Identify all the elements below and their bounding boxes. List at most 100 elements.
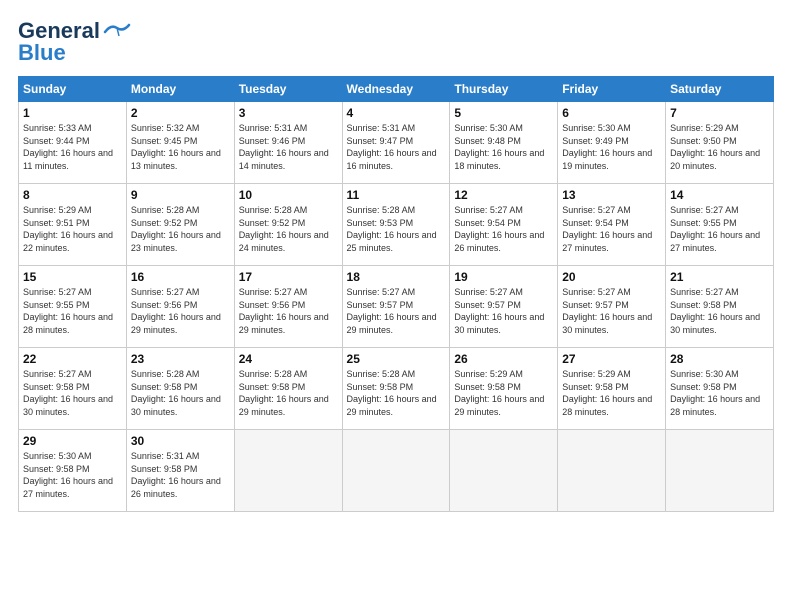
day-cell (234, 430, 342, 512)
day-info: Sunrise: 5:27 AMSunset: 9:55 PMDaylight:… (670, 204, 769, 254)
day-cell: 21 Sunrise: 5:27 AMSunset: 9:58 PMDayligh… (666, 266, 774, 348)
day-cell: 30 Sunrise: 5:31 AMSunset: 9:58 PMDayligh… (126, 430, 234, 512)
day-cell: 8 Sunrise: 5:29 AMSunset: 9:51 PMDaylight… (19, 184, 127, 266)
day-number: 30 (131, 434, 230, 448)
week-row-5: 29 Sunrise: 5:30 AMSunset: 9:58 PMDayligh… (19, 430, 774, 512)
day-info: Sunrise: 5:31 AMSunset: 9:46 PMDaylight:… (239, 122, 338, 172)
day-cell: 3 Sunrise: 5:31 AMSunset: 9:46 PMDaylight… (234, 102, 342, 184)
day-number: 15 (23, 270, 122, 284)
logo-blue: Blue (18, 40, 66, 66)
day-number: 10 (239, 188, 338, 202)
header: General Blue (18, 18, 774, 66)
day-cell: 18 Sunrise: 5:27 AMSunset: 9:57 PMDayligh… (342, 266, 450, 348)
day-cell: 23 Sunrise: 5:28 AMSunset: 9:58 PMDayligh… (126, 348, 234, 430)
day-cell: 4 Sunrise: 5:31 AMSunset: 9:47 PMDaylight… (342, 102, 450, 184)
day-cell (558, 430, 666, 512)
day-info: Sunrise: 5:27 AMSunset: 9:56 PMDaylight:… (131, 286, 230, 336)
day-number: 8 (23, 188, 122, 202)
day-number: 20 (562, 270, 661, 284)
day-number: 12 (454, 188, 553, 202)
day-number: 13 (562, 188, 661, 202)
week-row-2: 8 Sunrise: 5:29 AMSunset: 9:51 PMDaylight… (19, 184, 774, 266)
day-number: 2 (131, 106, 230, 120)
page: General Blue SundayMondayTuesdayWednesda… (0, 0, 792, 612)
week-row-4: 22 Sunrise: 5:27 AMSunset: 9:58 PMDayligh… (19, 348, 774, 430)
calendar-table: SundayMondayTuesdayWednesdayThursdayFrid… (18, 76, 774, 512)
day-cell: 5Sunrise: 5:30 AMSunset: 9:48 PMDaylight… (450, 102, 558, 184)
day-number: 28 (670, 352, 769, 366)
day-cell: 25Sunrise: 5:28 AMSunset: 9:58 PMDayligh… (342, 348, 450, 430)
col-header-tuesday: Tuesday (234, 77, 342, 102)
day-cell: 16 Sunrise: 5:27 AMSunset: 9:56 PMDayligh… (126, 266, 234, 348)
header-row: SundayMondayTuesdayWednesdayThursdayFrid… (19, 77, 774, 102)
day-cell: 13 Sunrise: 5:27 AMSunset: 9:54 PMDayligh… (558, 184, 666, 266)
day-info: Sunrise: 5:27 AMSunset: 9:54 PMDaylight:… (454, 204, 553, 254)
day-info: Sunrise: 5:27 AMSunset: 9:54 PMDaylight:… (562, 204, 661, 254)
day-cell (666, 430, 774, 512)
day-cell: 10Sunrise: 5:28 AMSunset: 9:52 PMDayligh… (234, 184, 342, 266)
day-cell (342, 430, 450, 512)
day-number: 25 (347, 352, 446, 366)
logo-bird-icon (103, 22, 131, 42)
day-number: 5 (454, 106, 553, 120)
day-number: 7 (670, 106, 769, 120)
day-cell: 9Sunrise: 5:28 AMSunset: 9:52 PMDaylight… (126, 184, 234, 266)
day-info: Sunrise: 5:30 AMSunset: 9:58 PMDaylight:… (23, 450, 122, 500)
day-info: Sunrise: 5:27 AMSunset: 9:57 PMDaylight:… (347, 286, 446, 336)
day-cell: 28 Sunrise: 5:30 AMSunset: 9:58 PMDayligh… (666, 348, 774, 430)
day-info: Sunrise: 5:32 AMSunset: 9:45 PMDaylight:… (131, 122, 230, 172)
day-cell: 2 Sunrise: 5:32 AMSunset: 9:45 PMDaylight… (126, 102, 234, 184)
day-cell: 22 Sunrise: 5:27 AMSunset: 9:58 PMDayligh… (19, 348, 127, 430)
day-info: Sunrise: 5:27 AMSunset: 9:57 PMDaylight:… (454, 286, 553, 336)
day-cell: 17 Sunrise: 5:27 AMSunset: 9:56 PMDayligh… (234, 266, 342, 348)
day-info: Sunrise: 5:30 AMSunset: 9:58 PMDaylight:… (670, 368, 769, 418)
day-cell: 20 Sunrise: 5:27 AMSunset: 9:57 PMDayligh… (558, 266, 666, 348)
day-cell: 7 Sunrise: 5:29 AMSunset: 9:50 PMDaylight… (666, 102, 774, 184)
col-header-thursday: Thursday (450, 77, 558, 102)
day-info: Sunrise: 5:28 AMSunset: 9:53 PMDaylight:… (347, 204, 446, 254)
day-cell: 1 Sunrise: 5:33 AMSunset: 9:44 PMDaylight… (19, 102, 127, 184)
day-info: Sunrise: 5:33 AMSunset: 9:44 PMDaylight:… (23, 122, 122, 172)
day-info: Sunrise: 5:29 AMSunset: 9:50 PMDaylight:… (670, 122, 769, 172)
day-number: 18 (347, 270, 446, 284)
day-info: Sunrise: 5:30 AMSunset: 9:49 PMDaylight:… (562, 122, 661, 172)
day-number: 22 (23, 352, 122, 366)
day-info: Sunrise: 5:27 AMSunset: 9:55 PMDaylight:… (23, 286, 122, 336)
col-header-wednesday: Wednesday (342, 77, 450, 102)
day-cell: 29 Sunrise: 5:30 AMSunset: 9:58 PMDayligh… (19, 430, 127, 512)
day-number: 16 (131, 270, 230, 284)
day-cell: 19 Sunrise: 5:27 AMSunset: 9:57 PMDayligh… (450, 266, 558, 348)
day-info: Sunrise: 5:28 AMSunset: 9:58 PMDaylight:… (239, 368, 338, 418)
day-info: Sunrise: 5:27 AMSunset: 9:58 PMDaylight:… (23, 368, 122, 418)
day-info: Sunrise: 5:29 AMSunset: 9:51 PMDaylight:… (23, 204, 122, 254)
day-cell: 26Sunrise: 5:29 AMSunset: 9:58 PMDayligh… (450, 348, 558, 430)
day-info: Sunrise: 5:31 AMSunset: 9:58 PMDaylight:… (131, 450, 230, 500)
day-info: Sunrise: 5:27 AMSunset: 9:58 PMDaylight:… (670, 286, 769, 336)
day-cell: 24 Sunrise: 5:28 AMSunset: 9:58 PMDayligh… (234, 348, 342, 430)
day-cell: 15 Sunrise: 5:27 AMSunset: 9:55 PMDayligh… (19, 266, 127, 348)
day-number: 19 (454, 270, 553, 284)
day-info: Sunrise: 5:27 AMSunset: 9:56 PMDaylight:… (239, 286, 338, 336)
day-info: Sunrise: 5:31 AMSunset: 9:47 PMDaylight:… (347, 122, 446, 172)
day-number: 29 (23, 434, 122, 448)
day-number: 23 (131, 352, 230, 366)
day-info: Sunrise: 5:27 AMSunset: 9:57 PMDaylight:… (562, 286, 661, 336)
logo: General Blue (18, 18, 131, 66)
day-info: Sunrise: 5:29 AMSunset: 9:58 PMDaylight:… (454, 368, 553, 418)
day-number: 1 (23, 106, 122, 120)
day-info: Sunrise: 5:28 AMSunset: 9:58 PMDaylight:… (131, 368, 230, 418)
day-cell: 14 Sunrise: 5:27 AMSunset: 9:55 PMDayligh… (666, 184, 774, 266)
col-header-monday: Monday (126, 77, 234, 102)
week-row-1: 1 Sunrise: 5:33 AMSunset: 9:44 PMDaylight… (19, 102, 774, 184)
day-number: 3 (239, 106, 338, 120)
day-number: 11 (347, 188, 446, 202)
day-number: 27 (562, 352, 661, 366)
day-number: 17 (239, 270, 338, 284)
day-number: 14 (670, 188, 769, 202)
col-header-friday: Friday (558, 77, 666, 102)
day-number: 21 (670, 270, 769, 284)
day-number: 4 (347, 106, 446, 120)
day-number: 24 (239, 352, 338, 366)
day-cell: 11 Sunrise: 5:28 AMSunset: 9:53 PMDayligh… (342, 184, 450, 266)
day-cell: 27Sunrise: 5:29 AMSunset: 9:58 PMDayligh… (558, 348, 666, 430)
